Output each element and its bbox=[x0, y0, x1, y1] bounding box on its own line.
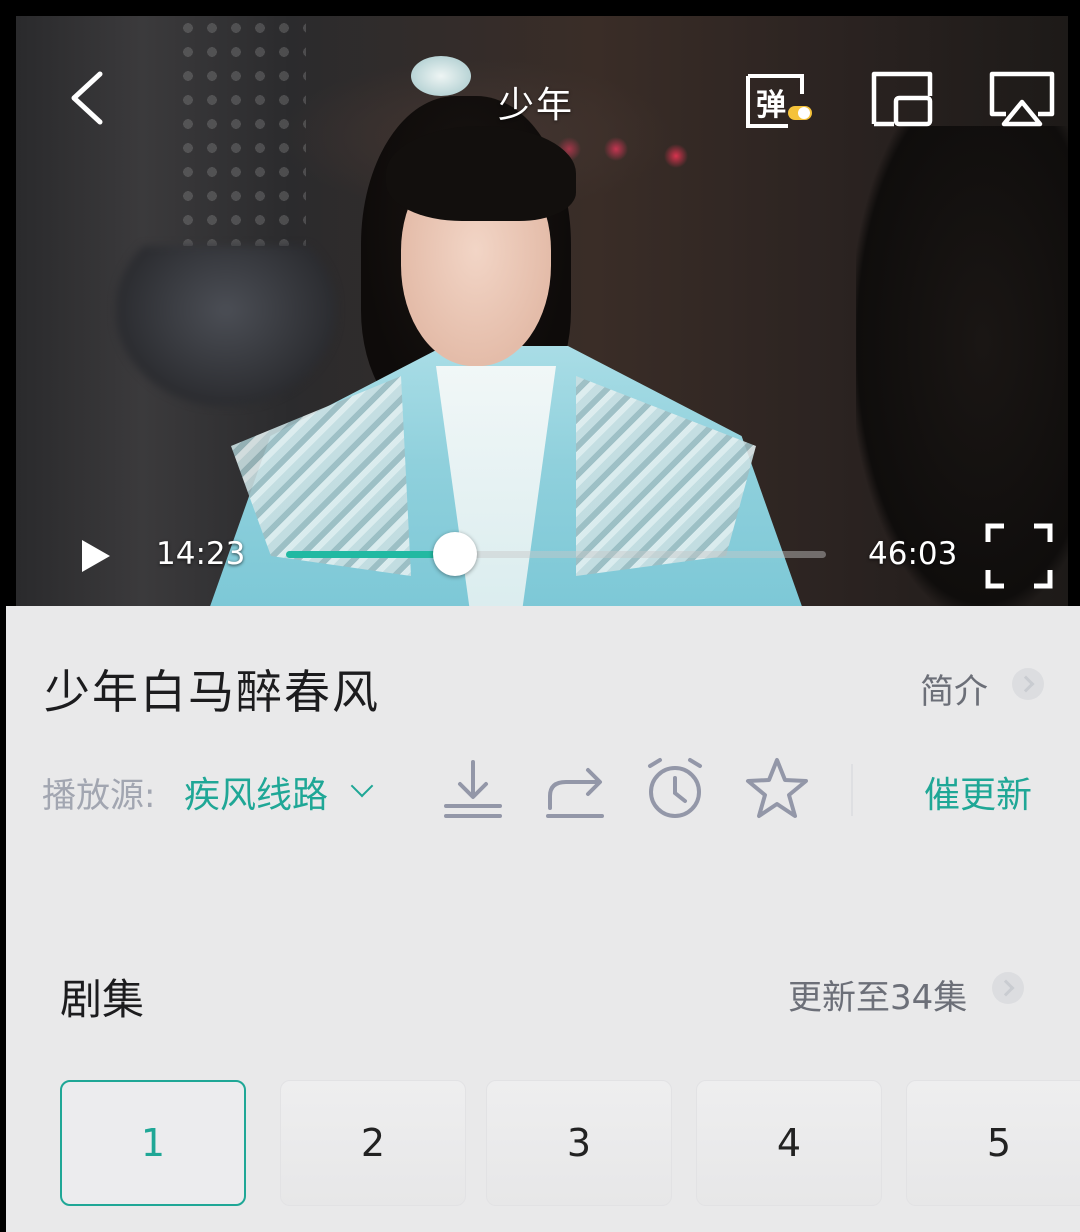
download-icon bbox=[444, 760, 502, 818]
share-icon bbox=[546, 768, 604, 818]
details-panel: 少年白马醉春风 简介 播放源: 疾风线路 催更新 剧集 更新至34集 1 2 3… bbox=[6, 606, 1080, 1232]
source-label: 播放源: bbox=[42, 776, 156, 816]
picture-in-picture-icon bbox=[871, 71, 933, 127]
actor-hair-ornament bbox=[411, 56, 471, 96]
danmu-label: 弹 bbox=[756, 88, 786, 123]
alarm-icon bbox=[648, 758, 702, 818]
progress-bar-thumb[interactable] bbox=[432, 532, 477, 576]
actor-fringe bbox=[386, 126, 576, 221]
episode-button[interactable]: 4 bbox=[696, 1080, 882, 1206]
fullscreen-icon bbox=[985, 523, 1053, 589]
episode-list: 1 2 3 4 5 bbox=[6, 1080, 1080, 1208]
back-arrow-icon bbox=[71, 71, 103, 125]
episode-button[interactable]: 1 bbox=[60, 1080, 246, 1206]
chevron-right-icon[interactable] bbox=[992, 972, 1024, 1004]
player-title: 少年 bbox=[497, 85, 574, 126]
episode-button[interactable]: 5 bbox=[906, 1080, 1080, 1206]
intro-link[interactable]: 简介 bbox=[920, 664, 988, 713]
back-button[interactable] bbox=[56, 66, 116, 130]
progress-bar-fill bbox=[286, 551, 455, 558]
play-button[interactable] bbox=[74, 530, 118, 582]
chevron-down-icon[interactable] bbox=[350, 774, 374, 798]
favorite-star-icon bbox=[746, 758, 808, 818]
fullscreen-button[interactable] bbox=[984, 522, 1054, 590]
video-frame-actor bbox=[196, 46, 816, 606]
show-title: 少年白马醉春风 bbox=[44, 665, 380, 719]
favorite-button[interactable] bbox=[744, 756, 810, 822]
picture-in-picture-button[interactable] bbox=[868, 68, 938, 132]
episodes-update-link[interactable]: 更新至34集 bbox=[788, 970, 967, 1019]
total-time: 46:03 bbox=[868, 536, 958, 572]
episode-button[interactable]: 2 bbox=[280, 1080, 466, 1206]
play-icon bbox=[82, 540, 110, 572]
urge-update-button[interactable]: 催更新 bbox=[924, 766, 1032, 818]
chevron-right-icon[interactable] bbox=[1012, 668, 1044, 700]
reminder-button[interactable] bbox=[642, 756, 708, 822]
divider bbox=[851, 764, 853, 816]
app-frame: 少年 弹 14:23 46:03 少年白马醉春风 简介 播放源: 疾风线路 催更… bbox=[0, 0, 1080, 1232]
current-time: 14:23 bbox=[156, 536, 246, 572]
danmu-toggle-button[interactable]: 弹 bbox=[742, 72, 814, 132]
share-button[interactable] bbox=[542, 756, 608, 822]
episode-button[interactable]: 3 bbox=[486, 1080, 672, 1206]
episodes-heading: 剧集 bbox=[60, 975, 145, 1024]
cast-screen-button[interactable] bbox=[986, 68, 1058, 132]
video-player[interactable]: 少年 弹 14:23 46:03 bbox=[16, 16, 1068, 606]
source-selector[interactable]: 疾风线路 bbox=[184, 766, 328, 818]
screen-cast-icon bbox=[989, 71, 1055, 127]
download-button[interactable] bbox=[440, 756, 506, 822]
progress-bar[interactable] bbox=[286, 532, 826, 576]
